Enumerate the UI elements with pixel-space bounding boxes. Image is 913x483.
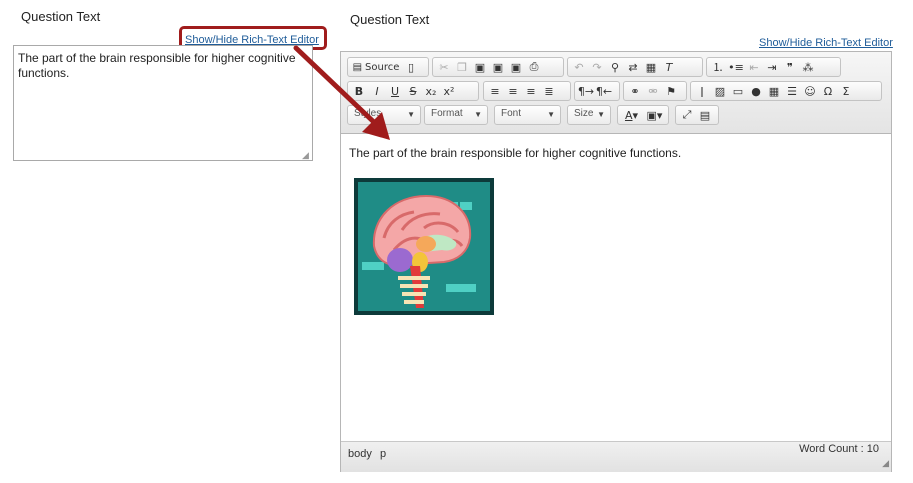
paste-text-icon[interactable]: ▣ (489, 59, 507, 75)
format-dropdown-label: Format (431, 108, 463, 119)
horizontal-line-icon[interactable]: ☰ (783, 83, 801, 99)
text-direction-rtl-icon[interactable]: ¶← (595, 83, 613, 99)
question-text-textarea[interactable]: The part of the brain responsible for hi… (13, 45, 313, 161)
link-icon[interactable]: ⚭ (626, 83, 644, 99)
resize-grip-icon[interactable]: ◢ (302, 150, 309, 161)
toolbar-group-list: ⒈ •≡ ⇤ ⇥ ❞ ⁂ (706, 57, 841, 77)
editor-toolbar: ▤ Source ▯ ✂ ❐ ▣ ▣ ▣ ⎙ ↶ ↷ ⚲ ⇄ ▦ T ⒈ •≡ ⇤… (341, 52, 891, 134)
toolbar-group-clipboard: ✂ ❐ ▣ ▣ ▣ ⎙ (432, 57, 564, 77)
text-color-icon[interactable]: A ▾ (620, 107, 643, 123)
left-question-text-label: Question Text (21, 9, 101, 24)
align-center-icon[interactable]: ≡ (504, 83, 522, 99)
size-dropdown[interactable]: Size ▼ (567, 105, 611, 125)
smiley-icon[interactable]: ☺ (801, 83, 819, 99)
toolbar-group-bidi: ¶→ ¶← (574, 81, 620, 101)
format-dropdown[interactable]: Format ▼ (424, 105, 488, 125)
right-show-hide-editor-link[interactable]: Show/Hide Rich-Text Editor (759, 37, 893, 49)
toolbar-group-edit: ↶ ↷ ⚲ ⇄ ▦ T (567, 57, 703, 77)
toolbar-group-align: ≡ ≡ ≡ ≣ (483, 81, 571, 101)
paste-word-icon[interactable]: ▣ (507, 59, 525, 75)
flash-icon[interactable]: ● (747, 83, 765, 99)
chevron-down-icon: ▼ (474, 110, 482, 119)
image-icon[interactable]: ▨ (711, 83, 729, 99)
blockquote-icon[interactable]: ❞ (781, 59, 799, 75)
indent-icon[interactable]: ⇥ (763, 59, 781, 75)
cut-icon[interactable]: ✂ (435, 59, 453, 75)
align-left-icon[interactable]: ≡ (486, 83, 504, 99)
brain-image (354, 178, 494, 315)
undo-icon[interactable]: ↶ (570, 59, 588, 75)
redo-icon[interactable]: ↷ (588, 59, 606, 75)
templates-icon[interactable]: ▯ (402, 59, 420, 75)
print-icon[interactable]: ⎙ (525, 59, 543, 75)
toolbar-group-insert: ǀ ▨ ▭ ● ▦ ☰ ☺ Ω Σ (690, 81, 882, 101)
paste-icon[interactable]: ▣ (471, 59, 489, 75)
superscript-icon[interactable]: x² (440, 83, 458, 99)
maximize-icon[interactable]: ⤢ (678, 107, 696, 123)
align-right-icon[interactable]: ≡ (522, 83, 540, 99)
outdent-icon[interactable]: ⇤ (745, 59, 763, 75)
font-dropdown[interactable]: Font ▼ (494, 105, 561, 125)
toolbar-group-colors: A ▾ ▣▾ (617, 105, 669, 125)
show-blocks-icon[interactable]: ▤ (696, 107, 714, 123)
text-direction-ltr-icon[interactable]: ¶→ (577, 83, 595, 99)
path-element-p[interactable]: p (380, 448, 386, 460)
info-icon[interactable]: ǀ (693, 83, 711, 99)
editor-paragraph: The part of the brain responsible for hi… (349, 146, 682, 160)
table-icon[interactable]: ▦ (765, 83, 783, 99)
unlink-icon[interactable]: ⚮ (644, 83, 662, 99)
replace-icon[interactable]: ⇄ (624, 59, 642, 75)
select-all-icon[interactable]: ▦ (642, 59, 660, 75)
numbered-list-icon[interactable]: ⒈ (709, 59, 727, 75)
remove-format-icon[interactable]: T (660, 59, 678, 75)
chevron-down-icon: ▼ (597, 110, 605, 119)
word-count: Word Count : 10 (799, 443, 879, 455)
size-dropdown-label: Size (574, 108, 594, 119)
editor-status-bar: body p Word Count : 10 ◢ (341, 441, 891, 472)
callout-arrow-icon (293, 45, 390, 140)
special-char-icon[interactable]: Ω (819, 83, 837, 99)
toolbar-group-tools: ⤢ ▤ (675, 105, 719, 125)
anchor-flag-icon[interactable]: ⚑ (662, 83, 680, 99)
chevron-down-icon: ▼ (407, 110, 415, 119)
background-color-icon[interactable]: ▣▾ (643, 107, 666, 123)
resize-grip-icon[interactable]: ◢ (882, 458, 889, 469)
font-dropdown-label: Font (501, 108, 522, 119)
path-element-body[interactable]: body (348, 448, 372, 460)
copy-icon[interactable]: ❐ (453, 59, 471, 75)
strikethrough-icon[interactable]: S (404, 83, 422, 99)
align-justify-icon[interactable]: ≣ (540, 83, 558, 99)
bulleted-list-icon[interactable]: •≡ (727, 59, 745, 75)
toolbar-group-links: ⚭ ⚮ ⚑ (623, 81, 687, 101)
rich-text-editor: ▤ Source ▯ ✂ ❐ ▣ ▣ ▣ ⎙ ↶ ↷ ⚲ ⇄ ▦ T ⒈ •≡ ⇤… (340, 51, 892, 472)
div-container-icon[interactable]: ⁂ (799, 59, 817, 75)
equation-icon[interactable]: Σ (837, 83, 855, 99)
chevron-down-icon: ▼ (547, 110, 555, 119)
right-question-text-label: Question Text (350, 12, 430, 27)
find-icon[interactable]: ⚲ (606, 59, 624, 75)
editor-content-area[interactable]: The part of the brain responsible for hi… (341, 134, 891, 442)
subscript-icon[interactable]: x₂ (422, 83, 440, 99)
media-icon[interactable]: ▭ (729, 83, 747, 99)
